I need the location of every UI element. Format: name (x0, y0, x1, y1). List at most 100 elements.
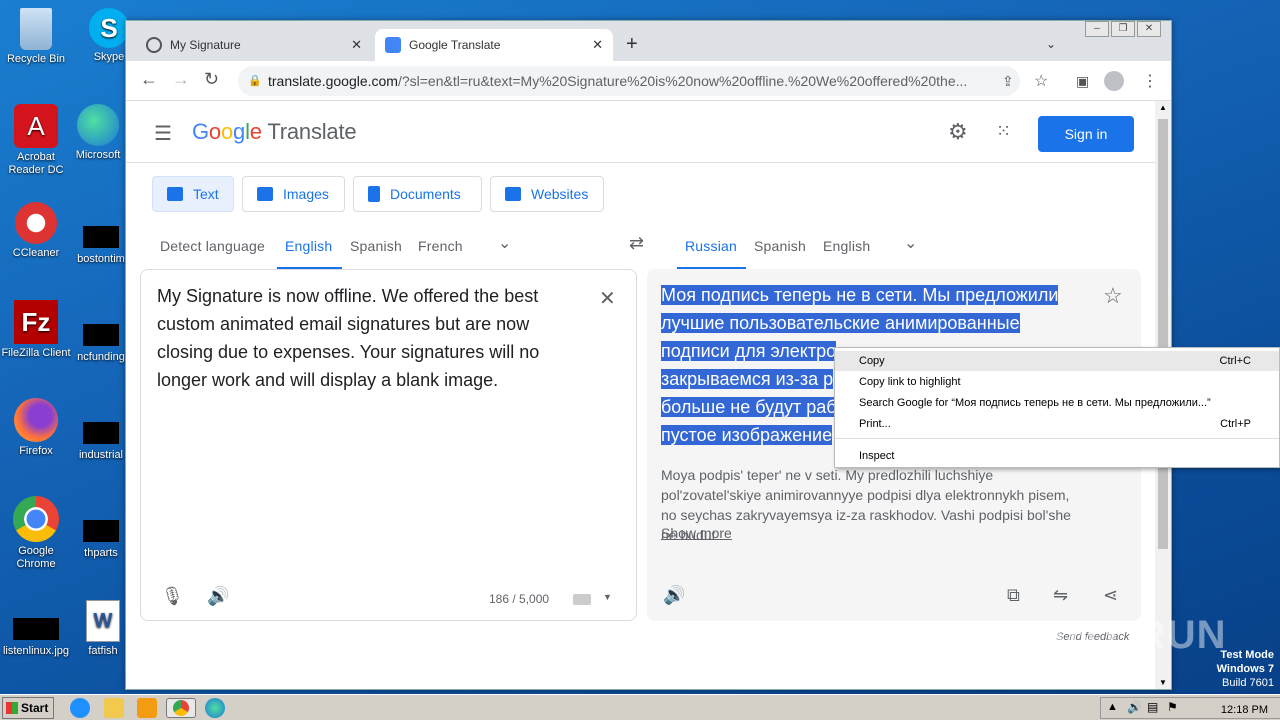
mode-label: Documents (390, 186, 461, 202)
source-lang-english[interactable]: English (285, 238, 332, 254)
image-file-icon (13, 618, 59, 640)
tab-google-translate[interactable]: Google Translate ✕ (375, 29, 613, 61)
network-icon[interactable]: ▤ (1147, 700, 1158, 714)
settings-gear-icon[interactable]: ⚙ (948, 119, 968, 145)
translated-line: Моя подпись теперь не в сети. Мы предлож… (661, 285, 1059, 305)
translated-line: закрываемся из-за р (661, 369, 834, 389)
translated-line: подписи для электро (661, 341, 837, 361)
document-icon (368, 186, 380, 202)
file-icon (83, 520, 119, 542)
edge-icon (77, 104, 119, 146)
desktop-icon-filezilla[interactable]: Fz FileZilla Client (1, 300, 71, 360)
forward-icon[interactable]: → (172, 69, 190, 90)
desktop-icon-firefox[interactable]: Firefox (1, 398, 71, 458)
google-translate-logo[interactable]: Google Translate (192, 119, 357, 145)
source-lang-detect[interactable]: Detect language (160, 238, 265, 254)
source-lang-more-chevron-icon[interactable]: ⌄ (498, 233, 511, 253)
listen-source-speaker-icon[interactable]: 🔊 (207, 586, 229, 607)
address-bar[interactable]: 🔒 translate.google.com/?sl=en&tl=ru&text… (238, 66, 1020, 96)
close-tab-icon[interactable]: ✕ (351, 37, 362, 53)
close-tab-icon[interactable]: ✕ (592, 37, 603, 53)
profile-avatar-icon[interactable] (1104, 71, 1124, 91)
reload-icon[interactable]: ↻ (204, 69, 219, 90)
context-menu-search-google[interactable]: Search Google for “Моя подпись теперь не… (835, 393, 1279, 413)
save-translation-star-icon[interactable]: ☆ (1103, 283, 1123, 309)
desktop-icon-recycle-bin[interactable]: Recycle Bin (1, 8, 71, 66)
watermark-line: Build 7601 (1222, 677, 1274, 689)
mode-documents-button[interactable]: Documents (353, 176, 482, 212)
sign-in-button[interactable]: Sign in (1038, 116, 1134, 152)
target-lang-spanish[interactable]: Spanish (754, 238, 806, 254)
word-doc-icon: W (86, 600, 120, 642)
tab-my-signature[interactable]: My Signature ✕ (136, 29, 372, 61)
restore-button[interactable]: ❐ (1111, 21, 1135, 37)
share-icon[interactable]: ⇪ (1002, 73, 1014, 90)
watermark-line: Test Mode (1220, 649, 1274, 661)
mode-label: Images (283, 186, 329, 202)
translated-line: больше не будут раб (661, 397, 837, 417)
hamburger-menu-icon[interactable]: ☰ (154, 121, 172, 146)
target-lang-more-chevron-icon[interactable]: ⌄ (904, 233, 917, 253)
scroll-down-icon[interactable]: ▼ (1159, 678, 1167, 687)
scroll-up-icon[interactable]: ▲ (1159, 103, 1167, 112)
source-lang-spanish[interactable]: Spanish (350, 238, 402, 254)
keyboard-dropdown-icon[interactable]: ▼ (603, 592, 612, 602)
swap-languages-icon[interactable]: ⇄ (629, 233, 644, 254)
menu-item-label: Print... (859, 418, 891, 430)
mode-label: Text (193, 186, 219, 202)
bookmark-star-icon[interactable]: ☆ (1034, 71, 1048, 91)
show-more-link[interactable]: Show more (661, 525, 732, 541)
close-window-button[interactable]: ✕ (1137, 21, 1161, 37)
chrome-taskbar-icon[interactable] (166, 698, 196, 718)
rate-translation-icon[interactable]: ⇋ (1053, 585, 1068, 606)
tray-expand-icon[interactable]: ▲ (1107, 701, 1118, 713)
microphone-icon[interactable]: 🎙 (161, 586, 184, 607)
desktop-icon-listenlinux[interactable]: listenlinux.jpg (1, 606, 71, 658)
menu-item-shortcut: Ctrl+C (1219, 355, 1251, 367)
start-button[interactable]: Start (2, 697, 54, 719)
file-icon (83, 422, 119, 444)
translate-icon (167, 187, 183, 201)
new-tab-button[interactable]: + (626, 33, 638, 56)
test-mode-watermark: Test Mode Windows 7 Build 7601 (1217, 648, 1274, 690)
target-lang-russian[interactable]: Russian (685, 238, 737, 254)
media-player-icon[interactable] (137, 698, 157, 718)
keyboard-icon[interactable] (573, 594, 591, 605)
menu-item-shortcut: Ctrl+P (1220, 418, 1251, 430)
desktop-icon-chrome[interactable]: Google Chrome (1, 496, 71, 571)
context-menu-copy[interactable]: Copy Ctrl+C (835, 351, 1279, 371)
mode-images-button[interactable]: Images (242, 176, 345, 212)
explorer-folder-icon[interactable] (104, 698, 124, 718)
mode-text-button[interactable]: Text (152, 176, 234, 212)
tab-search-chevron-icon[interactable]: ⌄ (1046, 37, 1056, 51)
desktop-icon-acrobat[interactable]: A Acrobat Reader DC (1, 104, 71, 177)
source-text-input[interactable]: My Signature is now offline. We offered … (157, 282, 557, 394)
action-center-flag-icon[interactable]: ⚑ (1167, 700, 1178, 714)
desktop-icon-edge[interactable]: Microsoft (63, 104, 133, 162)
mode-websites-button[interactable]: Websites (490, 176, 604, 212)
system-tray: ▲ 🔊 ▤ ⚑ 12:18 PM (1100, 697, 1280, 719)
context-menu-copy-link-highlight[interactable]: Copy link to highlight (835, 372, 1279, 392)
target-lang-english[interactable]: English (823, 238, 870, 254)
share-translation-icon[interactable]: ⋖ (1103, 585, 1118, 606)
side-panel-icon[interactable]: ▣ (1076, 73, 1089, 90)
scrollbar-thumb[interactable] (1158, 119, 1168, 549)
apps-grid-icon[interactable]: ⁙ (996, 121, 1011, 142)
listen-translation-speaker-icon[interactable]: 🔊 (663, 585, 685, 606)
copy-translation-icon[interactable]: ⧉ (1007, 585, 1020, 606)
context-menu-print[interactable]: Print... Ctrl+P (835, 414, 1279, 434)
desktop-icon-ccleaner[interactable]: CCleaner (1, 202, 71, 260)
url-path: /?sl=en&tl=ru&text=My%20Signature%20is%2… (397, 73, 968, 89)
menu-separator (835, 438, 1279, 439)
source-lang-french[interactable]: French (418, 238, 463, 254)
ie-icon[interactable] (70, 698, 90, 718)
clear-text-icon[interactable]: ✕ (599, 286, 616, 311)
minimize-button[interactable]: – (1085, 21, 1109, 37)
context-menu-inspect[interactable]: Inspect (835, 446, 1279, 466)
volume-icon[interactable]: 🔊 (1127, 700, 1142, 714)
back-icon[interactable]: ← (140, 69, 158, 90)
edge-taskbar-icon[interactable] (205, 698, 225, 718)
watermark-line: Windows 7 (1216, 663, 1274, 675)
taskbar-clock[interactable]: 12:18 PM (1221, 704, 1268, 716)
menu-kebab-icon[interactable]: ⋮ (1142, 71, 1158, 91)
